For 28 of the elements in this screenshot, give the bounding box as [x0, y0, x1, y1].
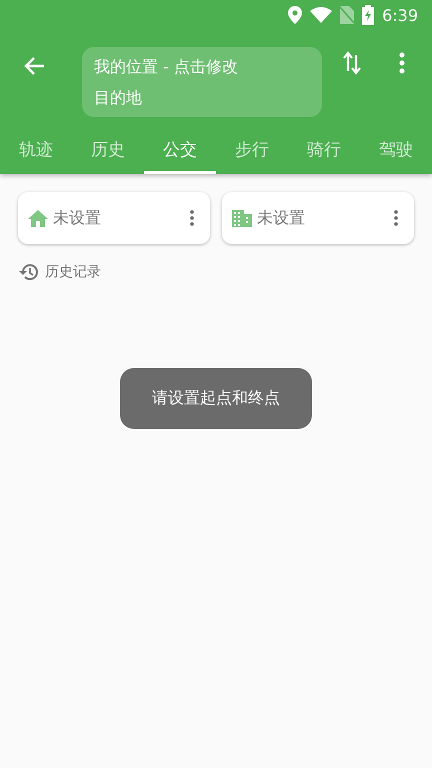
route-field[interactable]: 我的位置 - 点击修改 目的地 — [82, 47, 322, 117]
home-icon — [28, 209, 48, 227]
swap-arrows-icon — [343, 51, 361, 75]
place-card[interactable]: 未设置 — [222, 192, 414, 244]
place-card[interactable]: 未设置 — [18, 192, 210, 244]
battery-charging-icon — [362, 5, 374, 25]
more-icon — [190, 210, 194, 226]
tab[interactable]: 步行 — [216, 128, 288, 174]
status-time: 6:39 — [382, 6, 418, 24]
place-label: 未设置 — [53, 208, 102, 228]
tab[interactable]: 驾驶 — [360, 128, 432, 174]
more-icon — [399, 52, 405, 74]
history-label: 历史记录 — [45, 263, 101, 281]
back-arrow-icon — [23, 56, 45, 76]
wifi-icon — [310, 7, 332, 23]
place-label: 未设置 — [257, 208, 306, 228]
destination-text: 目的地 — [94, 88, 143, 108]
history-icon — [19, 262, 39, 282]
tab[interactable]: 历史 — [72, 128, 144, 174]
no-sim-icon — [340, 6, 354, 24]
tab[interactable]: 公交 — [144, 128, 216, 174]
origin-text: 我的位置 - 点击修改 — [94, 56, 239, 76]
tab[interactable]: 轨迹 — [0, 128, 72, 174]
tab[interactable]: 骑行 — [288, 128, 360, 174]
more-icon — [394, 210, 398, 226]
building-icon — [232, 209, 252, 227]
toast-message: 请设置起点和终点 — [120, 368, 312, 429]
location-icon — [288, 6, 302, 24]
